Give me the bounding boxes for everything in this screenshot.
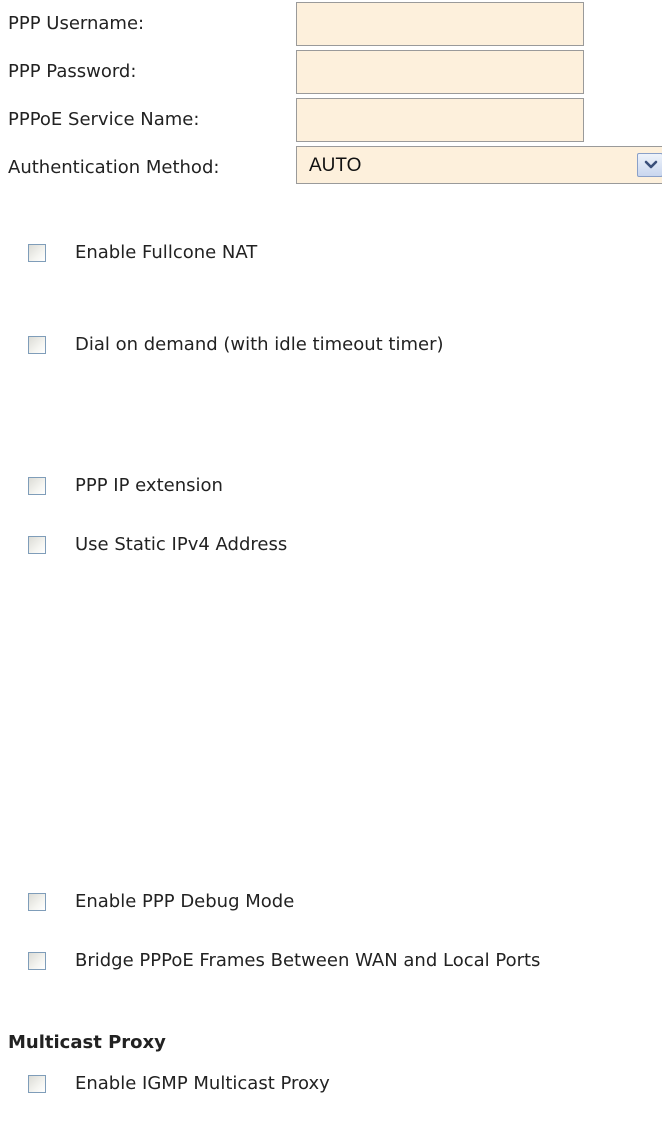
authentication-method-label: Authentication Method:	[8, 157, 220, 178]
enable-ppp-debug-label: Enable PPP Debug Mode	[75, 891, 295, 912]
ppp-password-label: PPP Password:	[8, 61, 137, 82]
bridge-pppoe-frames-checkbox[interactable]	[28, 952, 46, 970]
chevron-down-icon[interactable]	[637, 153, 662, 177]
pppoe-service-name-input[interactable]	[296, 98, 584, 142]
dial-on-demand-checkbox[interactable]	[28, 336, 46, 354]
authentication-method-value: AUTO	[309, 155, 362, 176]
ppp-username-input[interactable]	[296, 2, 584, 46]
enable-fullcone-nat-label: Enable Fullcone NAT	[75, 242, 258, 263]
enable-fullcone-nat-checkbox[interactable]	[28, 244, 46, 262]
enable-ppp-debug-checkbox[interactable]	[28, 893, 46, 911]
dial-on-demand-label: Dial on demand (with idle timeout timer)	[75, 334, 444, 355]
ppp-ip-extension-checkbox[interactable]	[28, 477, 46, 495]
multicast-proxy-title: Multicast Proxy	[8, 1032, 166, 1053]
ppp-ip-extension-label: PPP IP extension	[75, 475, 223, 496]
use-static-ipv4-label: Use Static IPv4 Address	[75, 534, 288, 555]
ppp-password-input[interactable]	[296, 50, 584, 94]
ppp-username-label: PPP Username:	[8, 13, 145, 34]
pppoe-service-name-label: PPPoE Service Name:	[8, 109, 200, 130]
bridge-pppoe-frames-label: Bridge PPPoE Frames Between WAN and Loca…	[75, 950, 541, 971]
use-static-ipv4-checkbox[interactable]	[28, 536, 46, 554]
enable-igmp-proxy-label: Enable IGMP Multicast Proxy	[75, 1073, 330, 1094]
authentication-method-select[interactable]: AUTO	[296, 146, 662, 184]
enable-igmp-proxy-checkbox[interactable]	[28, 1075, 46, 1093]
